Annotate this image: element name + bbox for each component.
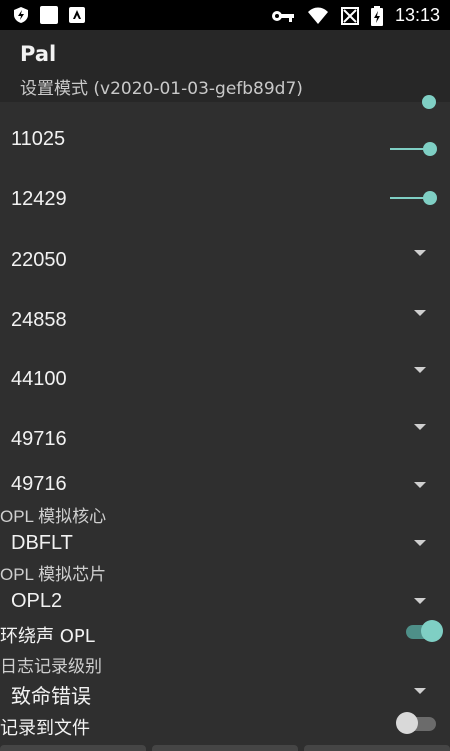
- bottom-button[interactable]: [0, 745, 146, 751]
- dropdown-value: 49716: [11, 428, 67, 450]
- sample-rate-value: 11025: [11, 128, 66, 150]
- app-subtitle: 设置模式 (v2020-01-03-gefb89d7): [20, 79, 303, 99]
- key-icon: [271, 10, 294, 22]
- status-left-icons: [12, 6, 86, 24]
- status-right-icons: 13:13: [271, 5, 440, 26]
- opl-core-value: DBFLT: [11, 532, 73, 554]
- log-to-file-switch-thumb[interactable]: [396, 712, 418, 734]
- opl-chip-dropdown[interactable]: OPL2: [0, 582, 450, 620]
- battery-charging-icon: [370, 5, 383, 26]
- opl-core-dropdown[interactable]: DBFLT: [0, 524, 450, 562]
- chevron-down-icon[interactable]: [414, 310, 426, 316]
- chevron-down-icon[interactable]: [414, 482, 426, 488]
- chevron-down-icon[interactable]: [414, 598, 426, 604]
- log-level-dropdown[interactable]: 致命错误: [0, 674, 450, 712]
- dropdown-row[interactable]: 24858: [0, 292, 450, 348]
- sample-rate-value: 12429: [11, 188, 67, 210]
- surround-opl-switch-thumb[interactable]: [421, 620, 443, 642]
- slider-thumb[interactable]: [423, 191, 437, 205]
- bottom-button-bar: [0, 745, 450, 751]
- chevron-down-icon[interactable]: [414, 688, 426, 694]
- bottom-button[interactable]: [152, 745, 298, 751]
- dropdown-row[interactable]: 44100: [0, 352, 450, 408]
- surround-opl-row[interactable]: 环绕声 OPL: [0, 616, 450, 648]
- log-to-file-label: 记录到文件: [0, 718, 90, 739]
- dropdown-row[interactable]: 49716: [0, 412, 450, 468]
- opl-chip-value: OPL2: [11, 590, 63, 612]
- settings-list[interactable]: 11025 12429 22050 24858 44100 49716 4971…: [0, 95, 450, 751]
- list-item[interactable]: 11025: [0, 112, 450, 168]
- clock: 13:13: [394, 5, 440, 25]
- dropdown-value: 44100: [11, 368, 67, 390]
- slider-thumb-partial[interactable]: [422, 95, 436, 109]
- chevron-down-icon[interactable]: [414, 540, 426, 546]
- no-signal-icon: [340, 6, 359, 25]
- surround-opl-label: 环绕声 OPL: [0, 626, 95, 647]
- dropdown-value: 22050: [11, 249, 67, 271]
- shield-bolt-icon: [14, 7, 28, 23]
- app-bar: Pal 设置模式 (v2020-01-03-gefb89d7): [0, 30, 450, 102]
- dropdown-value: 24858: [11, 309, 67, 331]
- chevron-down-icon[interactable]: [414, 367, 426, 373]
- chevron-down-icon[interactable]: [414, 250, 426, 256]
- app-title: Pal: [20, 42, 57, 66]
- autofill-icon: [69, 7, 85, 23]
- wifi-icon: [307, 7, 328, 24]
- dropdown-row[interactable]: 22050: [0, 232, 450, 288]
- slider-thumb[interactable]: [423, 142, 437, 156]
- chevron-down-icon[interactable]: [414, 424, 426, 430]
- list-item[interactable]: 12429: [0, 172, 450, 228]
- dropdown-value: 49716: [11, 473, 67, 495]
- status-bar: 13:13: [0, 0, 450, 30]
- log-to-file-row[interactable]: 记录到文件: [0, 708, 450, 740]
- app-square-icon: [40, 6, 58, 24]
- bottom-button[interactable]: [304, 745, 450, 751]
- log-level-value: 致命错误: [11, 686, 91, 708]
